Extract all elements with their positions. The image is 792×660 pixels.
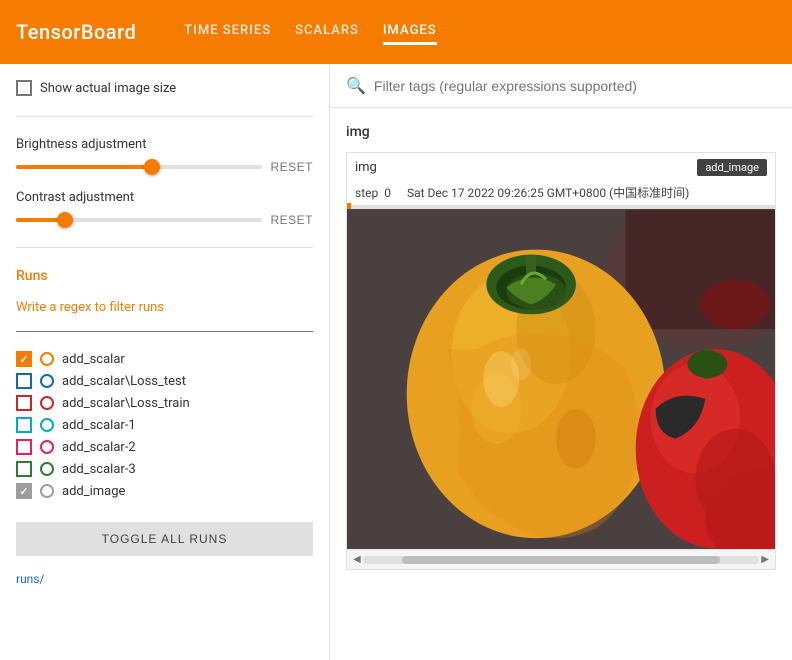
run-checkbox-scalar-2[interactable] [16,439,32,455]
run-checkbox-scalar-1[interactable] [16,417,32,433]
run-item-add-scalar[interactable]: ✓ add_scalar [16,348,313,370]
regex-label: Write a regex to filter runs [16,300,313,315]
brightness-slider-fill [16,165,152,169]
run-item-loss-test[interactable]: add_scalar\Loss_test [16,370,313,392]
date-info: Sat Dec 17 2022 09:26:25 GMT+0800 (中国标准时… [407,184,689,201]
run-name-scalar-2: add_scalar-2 [62,440,136,455]
toggle-all-runs-button[interactable]: TOGGLE ALL RUNS [16,522,313,556]
search-bar: 🔍 [330,64,792,108]
run-name-loss-train: add_scalar\Loss_train [62,396,190,411]
step-info: step 0 [355,186,391,200]
run-circle-add-image [40,484,54,498]
show-actual-size-checkbox[interactable] [16,80,32,96]
divider-2 [16,247,313,248]
runs-list: ✓ add_scalar add_scalar\Loss_test add_sc… [16,348,313,502]
nav-scalars[interactable]: SCALARS [295,19,359,45]
run-name-loss-test: add_scalar\Loss_test [62,374,186,389]
run-item-scalar-2[interactable]: add_scalar-2 [16,436,313,458]
run-checkbox-loss-test[interactable] [16,373,32,389]
pepper-image [347,209,775,549]
runs-title: Runs [16,268,313,284]
search-icon: 🔍 [346,76,366,95]
run-checkbox-add-scalar[interactable]: ✓ [16,351,32,367]
run-circle-add-scalar [40,352,54,366]
nav-images[interactable]: IMAGES [383,19,437,45]
contrast-slider-track[interactable] [16,218,262,222]
contrast-slider-thumb[interactable] [57,212,73,228]
run-name-scalar-1: add_scalar-1 [62,418,136,433]
contrast-reset-button[interactable]: RESET [270,213,313,227]
checkmark-add-image: ✓ [19,485,28,498]
runs-link[interactable]: runs/ [16,572,313,586]
divider-1 [16,116,313,117]
run-checkbox-add-image[interactable]: ✓ [16,483,32,499]
step-value: 0 [384,186,391,200]
brightness-label: Brightness adjustment [16,137,313,152]
brightness-slider-thumb[interactable] [144,159,160,175]
sidebar: Show actual image size Brightness adjust… [0,64,330,660]
image-card: img add_image step 0 Sat Dec 17 2022 09:… [346,152,776,570]
contrast-label: Contrast adjustment [16,190,313,205]
run-checkbox-loss-train[interactable] [16,395,32,411]
image-card-tag: img [355,160,377,175]
layout: Show actual image size Brightness adjust… [0,64,792,660]
pepper-svg [347,209,775,549]
image-card-meta: step 0 Sat Dec 17 2022 09:26:25 GMT+0800… [347,182,775,205]
scroll-right-arrow[interactable]: ▶ [759,554,771,565]
brightness-slider-row: RESET [16,160,313,174]
brightness-slider-track[interactable] [16,165,262,169]
regex-divider [16,331,313,332]
main-content: 🔍 img img add_image step 0 Sat Dec 17 20… [330,64,792,660]
contrast-section: Contrast adjustment RESET [16,190,313,227]
run-circle-scalar-2 [40,440,54,454]
run-item-scalar-1[interactable]: add_scalar-1 [16,414,313,436]
brightness-section: Brightness adjustment RESET [16,137,313,174]
contrast-slider-row: RESET [16,213,313,227]
header: TensorBoard TIME SERIES SCALARS IMAGES [0,0,792,64]
scroll-track[interactable] [363,556,760,564]
show-actual-size-label: Show actual image size [40,81,176,96]
content-area: img img add_image step 0 Sat Dec 17 2022… [330,108,792,660]
show-actual-size-row[interactable]: Show actual image size [16,80,313,96]
run-name-scalar-3: add_scalar-3 [62,462,136,477]
image-card-badge: add_image [697,159,767,176]
run-checkbox-scalar-3[interactable] [16,461,32,477]
run-name-add-scalar: add_scalar [62,352,125,367]
nav-time-series[interactable]: TIME SERIES [184,19,271,45]
scroll-left-arrow[interactable]: ◀ [351,554,363,565]
checkmark-add-scalar: ✓ [19,353,28,366]
run-item-scalar-3[interactable]: add_scalar-3 [16,458,313,480]
scroll-thumb[interactable] [402,556,719,564]
main-nav: TIME SERIES SCALARS IMAGES [184,19,436,45]
run-name-add-image: add_image [62,484,125,499]
run-circle-scalar-1 [40,418,54,432]
logo: TensorBoard [16,20,136,44]
section-title: img [346,124,776,140]
image-scrollbar: ◀ ▶ [347,549,775,569]
filter-tags-input[interactable] [374,78,776,94]
run-circle-scalar-3 [40,462,54,476]
run-circle-loss-train [40,396,54,410]
image-card-header: img add_image [347,153,775,182]
step-label: step [355,186,378,200]
brightness-reset-button[interactable]: RESET [270,160,313,174]
run-item-loss-train[interactable]: add_scalar\Loss_train [16,392,313,414]
run-item-add-image[interactable]: ✓ add_image [16,480,313,502]
run-circle-loss-test [40,374,54,388]
